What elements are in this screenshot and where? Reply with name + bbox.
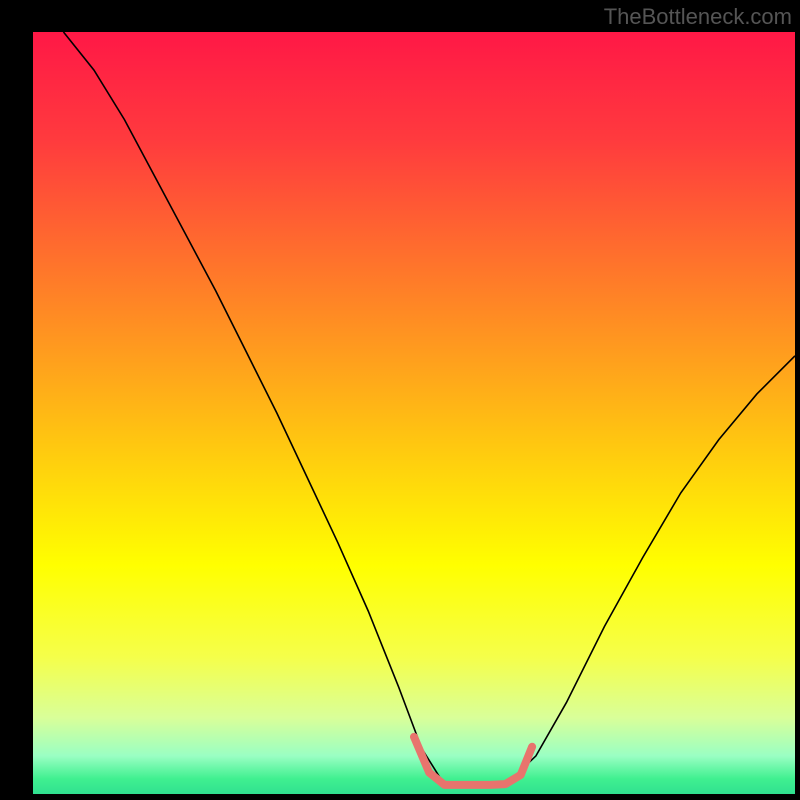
gradient-background [33, 32, 795, 794]
chart-svg [33, 32, 795, 794]
plot-area [33, 32, 795, 794]
chart-container [0, 0, 800, 800]
watermark-text: TheBottleneck.com [604, 4, 792, 30]
